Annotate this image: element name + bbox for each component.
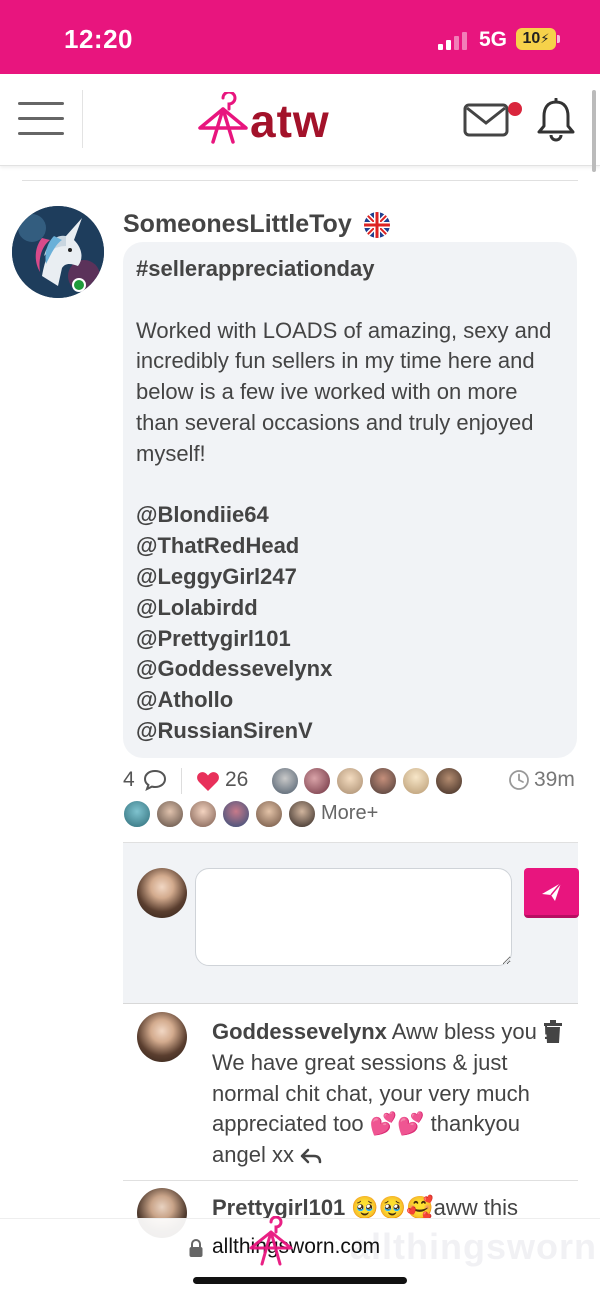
liker-avatar[interactable]: [303, 767, 331, 795]
battery-nub: [557, 35, 560, 43]
liker-avatar[interactable]: [336, 767, 364, 795]
more-likers-link[interactable]: More+: [321, 802, 378, 825]
bell-icon[interactable]: [536, 98, 576, 142]
liker-avatar[interactable]: [255, 800, 283, 828]
liker-avatar[interactable]: [189, 800, 217, 828]
mention-link[interactable]: @Goddessevelynx: [136, 654, 566, 685]
commenter-avatar[interactable]: [137, 1012, 187, 1062]
app-header: atw: [0, 74, 600, 166]
url-text[interactable]: allthingsworn.com: [212, 1235, 380, 1259]
logo[interactable]: atw: [196, 90, 366, 148]
comment: Goddessevelynx Aww bless you ! We have g…: [212, 1017, 562, 1171]
unicorn-avatar-image: [12, 206, 104, 298]
post-body: #sellerappreciationday Worked with LOADS…: [136, 254, 566, 747]
liker-avatar[interactable]: [435, 767, 463, 795]
mention-link[interactable]: @Blondiie64: [136, 500, 566, 531]
liker-avatar[interactable]: [156, 800, 184, 828]
clock-icon: [509, 770, 529, 790]
author-avatar[interactable]: [12, 206, 104, 298]
hanger-watermark-icon: [249, 1216, 293, 1266]
hanger-icon: [198, 90, 248, 144]
comment-count[interactable]: 4: [123, 768, 135, 792]
status-bar: 12:20 5G 10⚡: [0, 0, 600, 74]
post-hashtag[interactable]: #sellerappreciationday: [136, 254, 566, 285]
trash-icon[interactable]: [543, 1020, 563, 1044]
post-author[interactable]: SomeonesLittleToy: [123, 210, 352, 239]
stats-divider: [181, 768, 182, 794]
uk-flag-icon: [364, 212, 390, 238]
liker-avatar[interactable]: [369, 767, 397, 795]
mention-link[interactable]: @ThatRedHead: [136, 531, 566, 562]
online-status-dot: [72, 278, 86, 292]
signal-icon: [438, 30, 470, 50]
scrollbar[interactable]: [592, 90, 596, 172]
mail-icon[interactable]: [462, 102, 510, 138]
paper-plane-icon: [542, 882, 562, 901]
unread-badge: [508, 102, 522, 116]
divider: [22, 180, 578, 181]
liker-avatar[interactable]: [123, 800, 151, 828]
mention-link[interactable]: @LeggyGirl247: [136, 562, 566, 593]
like-count[interactable]: 26: [225, 768, 248, 792]
watermark-text: allthingsworn: [350, 1226, 597, 1267]
comment-divider: [123, 1180, 578, 1181]
mention-link[interactable]: @Prettygirl101: [136, 624, 566, 655]
menu-icon[interactable]: [18, 100, 64, 138]
status-time: 12:20: [64, 24, 133, 54]
send-button[interactable]: [524, 868, 579, 918]
comment-icon[interactable]: [143, 769, 167, 791]
home-indicator[interactable]: [193, 1277, 407, 1284]
liker-avatar[interactable]: [402, 767, 430, 795]
post-time: 39m: [534, 768, 575, 791]
battery-level: 10: [522, 30, 541, 47]
post-stats: 4 26 39m: [123, 766, 578, 796]
post-message: Worked with LOADS of amazing, sexy and i…: [136, 317, 552, 466]
mention-link[interactable]: @Lolabirdd: [136, 593, 566, 624]
comment-text: 🥹🥹🥰aww this: [351, 1195, 518, 1220]
battery-icon: 10⚡: [516, 28, 556, 50]
comment-author[interactable]: Goddessevelynx: [212, 1019, 387, 1044]
mention-link[interactable]: @Athollo: [136, 685, 566, 716]
liker-avatar[interactable]: [222, 800, 250, 828]
mention-link[interactable]: @RussianSirenV: [136, 716, 566, 747]
lock-icon: [189, 1239, 203, 1257]
liker-avatar[interactable]: [271, 767, 299, 795]
comment-input[interactable]: [195, 868, 512, 966]
network-type: 5G: [479, 28, 508, 51]
liker-avatar[interactable]: [288, 800, 316, 828]
reply-icon[interactable]: [300, 1147, 322, 1165]
current-user-avatar[interactable]: [137, 868, 187, 918]
logo-text: atw: [250, 95, 330, 147]
heart-icon[interactable]: [196, 770, 220, 792]
header-divider: [82, 90, 83, 148]
